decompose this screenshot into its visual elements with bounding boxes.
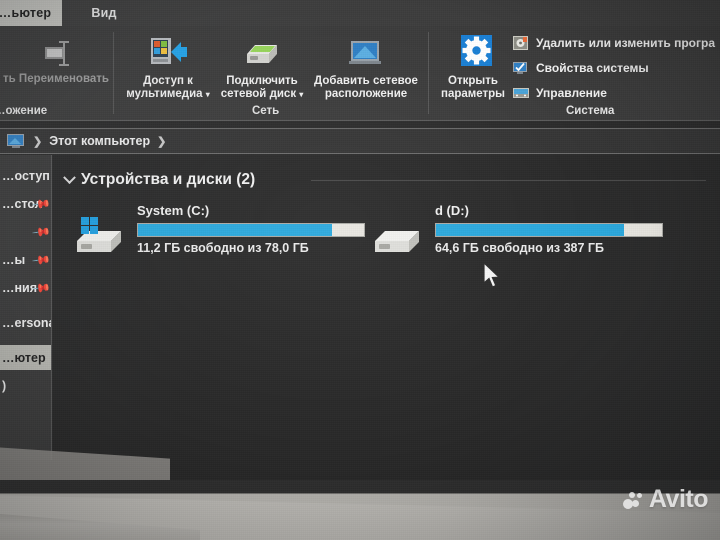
uninstall-change-program-label: Удалить или изменить програ <box>536 36 716 50</box>
drive-usage-fill-d <box>436 224 624 236</box>
ribbon-group-label-network: Сеть <box>252 105 280 117</box>
sidebar-item-downloads[interactable]: 📌 <box>0 219 52 244</box>
tab-view[interactable]: Вид <box>62 0 146 26</box>
open-settings-label-2: параметры <box>441 88 505 100</box>
breadcrumb-this-pc[interactable]: Этот компьютер <box>49 134 150 148</box>
ribbon-group-label-location: …ожение <box>0 105 48 117</box>
sidebar-item-personal[interactable]: …ersonal <box>0 310 51 335</box>
media-streaming-label-2-text: мультимедиа <box>126 88 203 100</box>
this-pc-icon <box>7 133 24 148</box>
sidebar-item-network-label: ) <box>2 378 7 393</box>
navigation-pane: …оступ …стол 📌 📌 …ы 📌 …ния 📌 …ersonal …ю… <box>0 155 52 460</box>
tab-strip-filler <box>146 0 720 26</box>
sidebar-item-network[interactable]: ) <box>0 373 51 398</box>
sidebar-item-quick-access[interactable]: …оступ <box>0 163 51 188</box>
drive-item-c[interactable]: System (C:) 11,2 ГБ свободно из 78,0 ГБ <box>63 203 365 265</box>
add-network-location-icon <box>349 41 381 64</box>
chevron-down-icon-netdrive[interactable]: ▾ <box>299 90 303 99</box>
network-drive-icon <box>247 45 277 63</box>
map-network-drive-button[interactable]: Подключить сетевой диск ▾ <box>214 32 310 101</box>
map-network-drive-label-1: Подключить <box>226 75 298 87</box>
group-header-devices-and-drives[interactable]: Устройства и диски (2) <box>63 170 256 189</box>
system-properties-icon <box>513 62 527 74</box>
ribbon: ть Переименовать …ожение Доступ к мульти… <box>0 26 720 121</box>
add-network-location-label-1: Добавить сетевое <box>314 75 418 87</box>
chevron-down-icon-media[interactable]: ▾ <box>206 90 210 99</box>
ribbon-tab-strip: …ьютер Вид <box>0 0 720 26</box>
add-network-location-button[interactable]: Добавить сетевое расположение <box>306 32 426 101</box>
avito-logo-icon <box>622 489 645 511</box>
rename-button[interactable]: ть Переименовать <box>0 36 116 86</box>
sidebar-item-documents-label: …ы <box>2 252 26 267</box>
sidebar-item-personal-label: …ersonal <box>2 315 51 330</box>
address-bar[interactable]: ❯ Этот компьютер ❯ <box>0 128 720 154</box>
media-streaming-label-2: мультимедиа ▾ <box>126 88 210 101</box>
drive-free-space-c: 11,2 ГБ свободно из 78,0 ГБ <box>137 241 309 255</box>
sidebar-item-pictures[interactable]: …ния 📌 <box>0 275 51 300</box>
avito-watermark-text: Avito <box>648 485 709 513</box>
uninstall-change-program-item[interactable]: Удалить или изменить програ <box>512 34 715 52</box>
media-streaming-button[interactable]: Доступ к мультимедиа ▾ <box>120 32 216 101</box>
group-header-label: Устройства и диски (2) <box>81 171 256 188</box>
sidebar-item-this-pc[interactable]: …ютер <box>0 345 51 370</box>
pin-icon-documents: 📌 <box>31 249 52 270</box>
ribbon-separator-2 <box>428 32 429 114</box>
ribbon-group-label-system: Система <box>566 105 615 117</box>
media-stream-icon <box>151 38 187 64</box>
media-streaming-label-1: Доступ к <box>143 75 193 87</box>
drive-usage-fill-c <box>138 224 333 236</box>
sidebar-item-this-pc-label: …ютер <box>2 350 46 365</box>
chevron-down-icon-group[interactable] <box>63 170 76 184</box>
drive-free-space-d: 64,6 ГБ свободно из 387 ГБ <box>435 241 605 255</box>
pin-icon-downloads: 📌 <box>31 221 52 242</box>
screen-photo: …ьютер Вид ть Переименовать …ожение <box>0 0 720 540</box>
open-settings-button[interactable]: Открыть параметры <box>435 32 511 101</box>
breadcrumb-separator-1[interactable]: ❯ <box>157 135 166 148</box>
hard-drive-icon <box>375 231 419 252</box>
drive-item-d[interactable]: d (D:) 64,6 ГБ свободно из 387 ГБ <box>361 203 663 265</box>
sidebar-item-documents[interactable]: …ы 📌 <box>0 247 52 272</box>
uninstall-icon <box>513 36 528 50</box>
add-network-location-label-2: расположение <box>324 88 408 100</box>
breadcrumb-separator-0[interactable]: ❯ <box>33 135 42 148</box>
drive-name-c: System (C:) <box>137 203 210 218</box>
map-network-drive-label-2: сетевой диск ▾ <box>221 88 304 101</box>
manage-item[interactable]: Управление <box>512 84 607 102</box>
windows-drive-icon <box>77 217 121 252</box>
sidebar-item-quick-access-label: …оступ <box>2 168 50 183</box>
sidebar-item-desktop[interactable]: …стол 📌 <box>0 191 51 216</box>
open-settings-label-1: Открыть <box>448 75 498 87</box>
mouse-cursor <box>483 262 501 288</box>
drive-name-d: d (D:) <box>435 203 469 218</box>
manage-label: Управление <box>536 86 607 100</box>
gear-icon <box>461 35 492 66</box>
drive-usage-bar-d <box>435 223 663 237</box>
rename-button-label: ть Переименовать <box>3 73 109 85</box>
drive-usage-bar-c <box>137 223 365 237</box>
map-network-drive-label-2-text: сетевой диск <box>220 88 297 100</box>
rename-icon <box>45 41 69 66</box>
tab-computer[interactable]: …ьютер <box>0 0 62 26</box>
computer-management-icon <box>513 88 529 98</box>
system-properties-item[interactable]: Свойства системы <box>512 59 649 77</box>
avito-watermark: Avito <box>622 485 709 514</box>
system-properties-label: Свойства системы <box>536 61 649 75</box>
group-header-rule <box>311 180 706 181</box>
file-list-pane[interactable]: Устройства и диски (2) System (C:) 11,2 … <box>53 155 720 485</box>
